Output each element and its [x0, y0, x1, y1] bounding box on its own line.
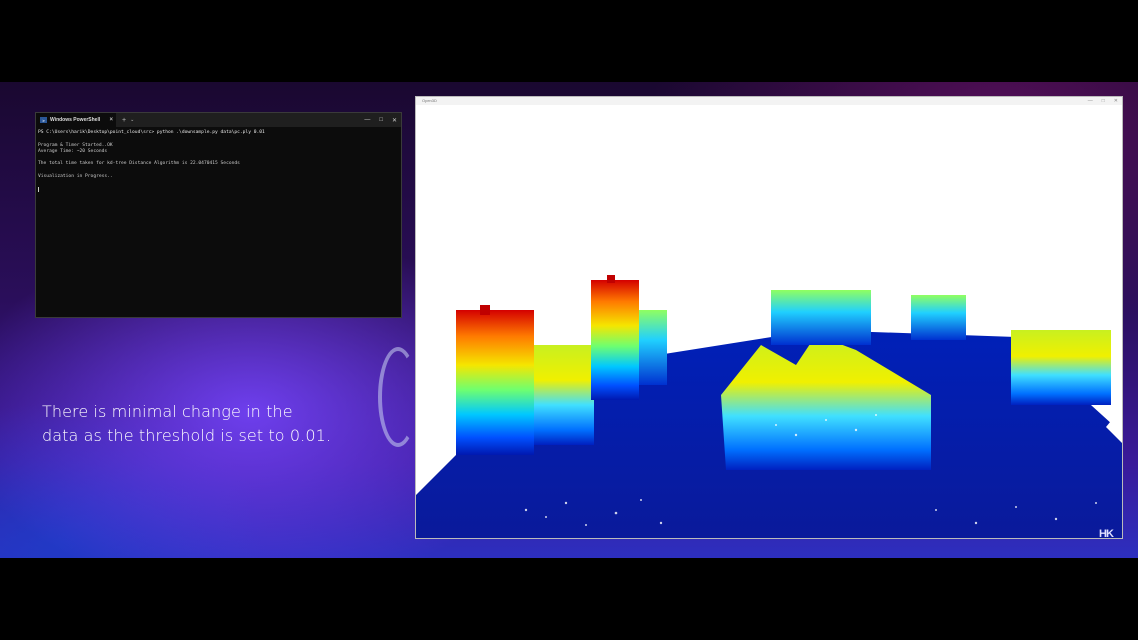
letterbox-top — [0, 0, 1138, 82]
point-cloud-canvas[interactable] — [416, 105, 1123, 539]
terminal-output[interactable]: PS C:\Users\harik\Desktop\point_cloud\sr… — [36, 127, 401, 198]
viewer-window-controls: — □ ✕ — [1088, 97, 1118, 105]
caption-line-2: data as the threshold is set to 0.01. — [42, 426, 332, 445]
powershell-window[interactable]: > Windows PowerShell × + ⌄ — □ ✕ PS C:\U… — [35, 112, 402, 318]
chevron-down-icon[interactable]: ⌄ — [130, 117, 134, 123]
presentation-stage: > Windows PowerShell × + ⌄ — □ ✕ PS C:\U… — [0, 82, 1138, 558]
terminal-window-controls: — □ ✕ — [364, 113, 397, 127]
viewer-minimize-button[interactable]: — — [1088, 97, 1093, 105]
viewer-close-button[interactable]: ✕ — [1114, 97, 1118, 105]
channel-watermark: HK — [1099, 528, 1114, 540]
cursor — [38, 186, 399, 195]
viewer-title: Open3D — [422, 98, 437, 103]
caption-line-1: There is minimal change in the — [42, 402, 293, 421]
slide-caption: There is minimal change in the data as t… — [42, 400, 372, 448]
minimize-button[interactable]: — — [364, 117, 370, 123]
terminal-tab-title: Windows PowerShell — [50, 117, 101, 123]
terminal-titlebar[interactable]: > Windows PowerShell × + ⌄ — □ ✕ — [36, 113, 401, 127]
terminal-tab[interactable]: > Windows PowerShell × — [36, 113, 116, 127]
powershell-icon: > — [40, 117, 47, 123]
point-cloud-viewer-window[interactable]: Open3D — □ ✕ — [415, 96, 1123, 539]
decorative-ring — [378, 347, 418, 447]
close-tab-icon[interactable]: × — [109, 117, 113, 123]
letterbox-bottom — [0, 558, 1138, 640]
new-tab-button[interactable]: + — [122, 117, 126, 124]
maximize-button[interactable]: □ — [379, 117, 383, 123]
viewer-maximize-button[interactable]: □ — [1102, 97, 1105, 105]
close-button[interactable]: ✕ — [392, 117, 397, 124]
viewer-titlebar[interactable]: Open3D — □ ✕ — [416, 97, 1122, 105]
